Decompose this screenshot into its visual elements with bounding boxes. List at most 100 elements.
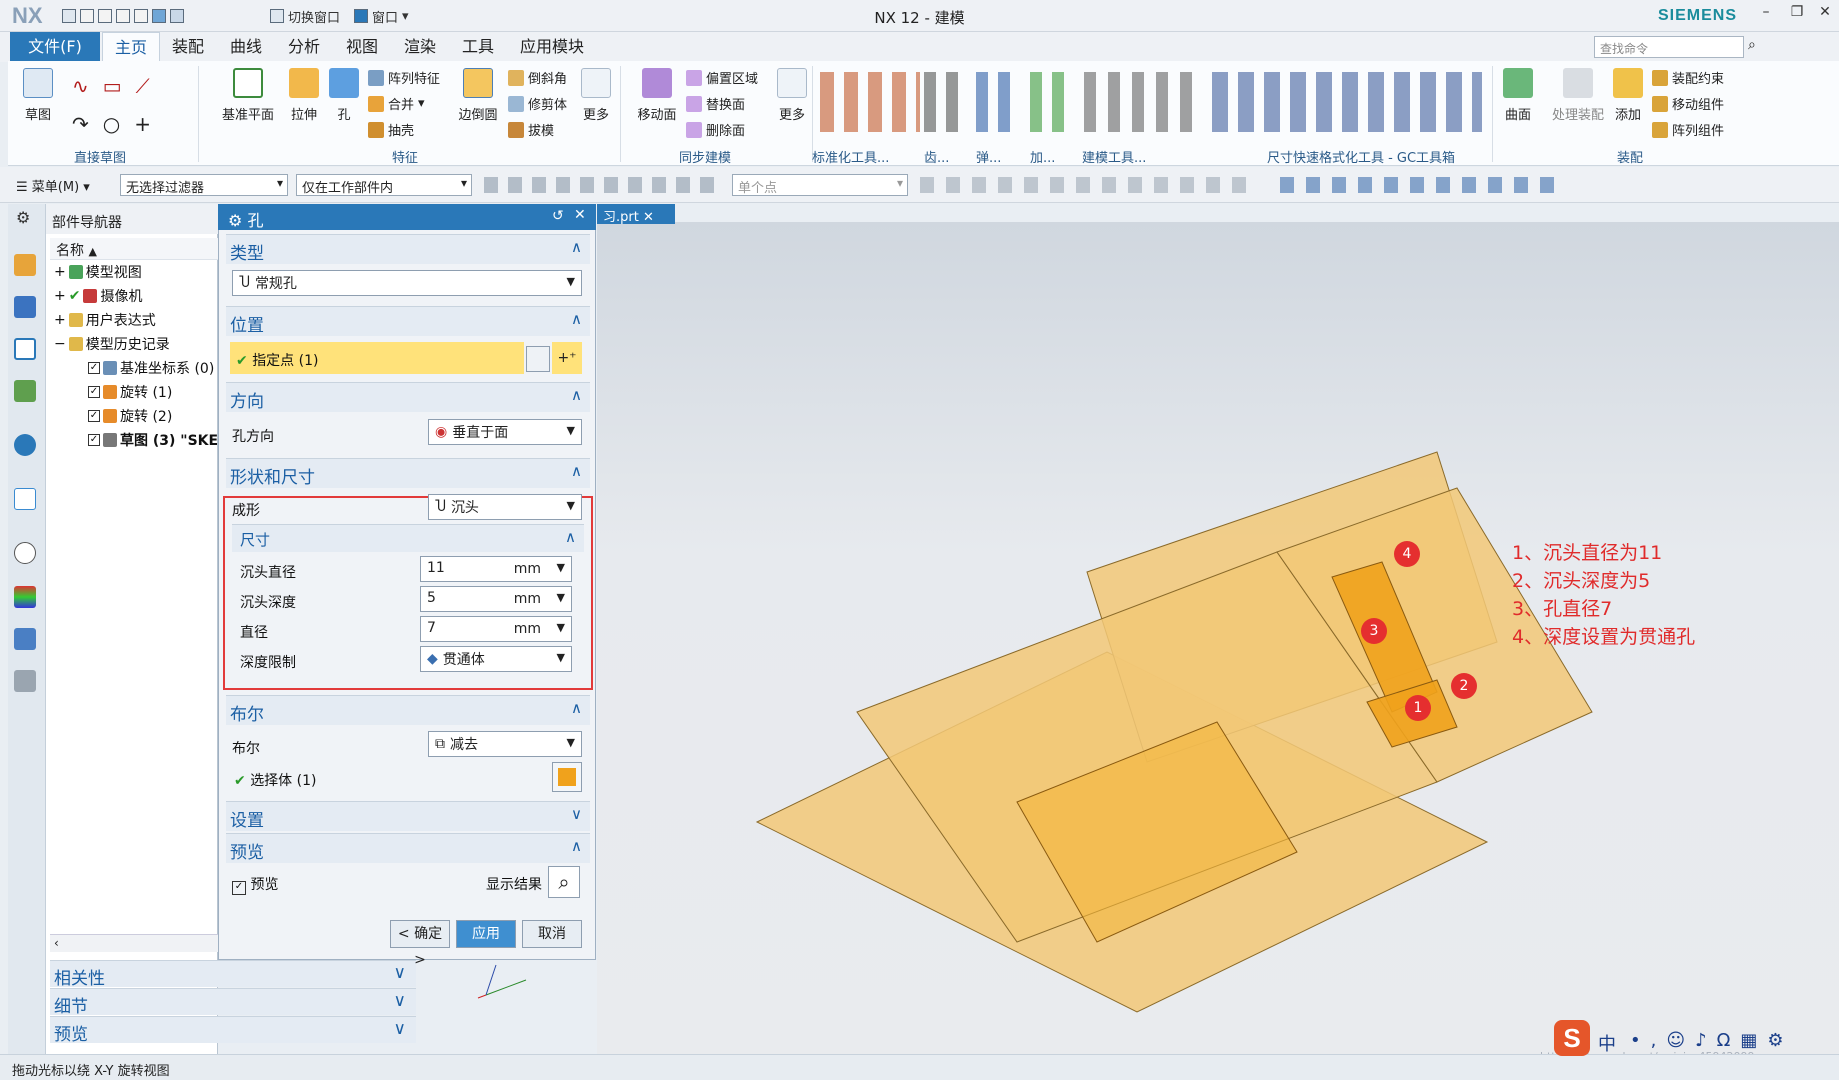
std-tools-icons[interactable] xyxy=(820,72,920,132)
add-component-button[interactable]: 添加 xyxy=(1610,68,1646,123)
section-settings[interactable]: 设置 ∨ xyxy=(226,801,590,831)
more-sync-button[interactable]: 更多 xyxy=(772,68,812,123)
ok-button[interactable]: < 确定 > xyxy=(390,920,450,968)
tree-item-user-expressions[interactable]: + 用户表达式 xyxy=(54,310,156,330)
counterbore-depth-input[interactable]: 5 mm ▼ xyxy=(420,586,572,612)
section-type[interactable]: 类型 ∧ xyxy=(226,234,590,264)
ime-logo-icon[interactable]: S xyxy=(1554,1020,1590,1056)
menu-button[interactable]: ☰ 菜单(M) ▾ xyxy=(16,176,90,195)
navigator-hscrollbar[interactable]: ‹ xyxy=(50,934,218,952)
hole-button[interactable]: 孔 xyxy=(324,68,364,123)
tab-view[interactable]: 视图 xyxy=(334,32,390,62)
extrude-button[interactable]: 拉伸 xyxy=(284,68,324,123)
reuse-library-icon[interactable] xyxy=(14,380,36,402)
unite-button[interactable]: 合并 ▾ xyxy=(368,94,425,113)
view-tool-icons[interactable] xyxy=(1280,177,1560,193)
replace-face-button[interactable]: 替换面 xyxy=(686,94,745,113)
process-assembly-button[interactable]: 处理装配 xyxy=(1546,68,1610,123)
tab-assembly[interactable]: 装配 xyxy=(160,32,216,62)
depth-limit-select[interactable]: ◆ 贯通体 ▼ xyxy=(420,646,572,672)
trim-body-button[interactable]: 修剪体 xyxy=(508,94,567,113)
counterbore-diameter-input[interactable]: 11 mm ▼ xyxy=(420,556,572,582)
restore-button[interactable]: ❐ xyxy=(1782,4,1812,26)
ime-toolbar-icons[interactable]: •,☺♪Ω▦⚙ xyxy=(1630,1030,1830,1051)
section-preview[interactable]: 预览 ∧ xyxy=(226,833,590,863)
visibility-checkbox[interactable]: ✓ xyxy=(88,410,100,422)
tab-tools[interactable]: 工具 xyxy=(450,32,506,62)
tab-render[interactable]: 渲染 xyxy=(392,32,448,62)
type-filter-select[interactable]: 无选择过滤器 xyxy=(120,174,288,196)
section-shape-size[interactable]: 形状和尺寸 ∧ xyxy=(226,458,590,488)
settings-gear-icon[interactable]: ⚙ xyxy=(16,208,30,227)
search-icon[interactable]: ⌕ xyxy=(1748,37,1756,53)
panel-dependencies[interactable]: 相关性 ∨ xyxy=(50,960,416,989)
visibility-checkbox[interactable]: ✓ xyxy=(88,386,100,398)
cancel-button[interactable]: 取消 xyxy=(522,920,582,948)
tab-file[interactable]: 文件(F) xyxy=(10,32,100,61)
spring-tools-icons[interactable] xyxy=(976,72,1020,132)
sketch-section-icon[interactable] xyxy=(526,346,550,372)
hole-direction-select[interactable]: ◉ 垂直于面 ▼ xyxy=(428,419,582,445)
close-button[interactable]: ✕ xyxy=(1810,4,1839,26)
move-face-button[interactable]: 移动面 xyxy=(630,68,684,123)
palette-icon[interactable] xyxy=(14,586,36,608)
constraint-navigator-icon[interactable] xyxy=(14,296,36,318)
diameter-input[interactable]: 7 mm ▼ xyxy=(420,616,572,642)
tree-item-cameras[interactable]: + ✔ 摄像机 xyxy=(54,286,142,306)
pattern-feature-button[interactable]: 阵列特征 xyxy=(368,68,440,87)
process-studio-icon[interactable] xyxy=(14,628,36,650)
dim-format-icons[interactable] xyxy=(1212,72,1482,132)
subsection-dimensions[interactable]: 尺寸 ∧ xyxy=(232,524,584,552)
sketch-button[interactable]: 草图 xyxy=(18,68,58,123)
move-component-button[interactable]: 移动组件 xyxy=(1652,94,1724,113)
tab-curve[interactable]: 曲线 xyxy=(218,32,274,62)
gear-tools-icons[interactable] xyxy=(924,72,964,132)
tree-item-model-history[interactable]: − 模型历史记录 xyxy=(54,334,170,354)
build-tools-icons[interactable] xyxy=(1084,72,1194,132)
tree-item-datum-csys[interactable]: ✓ 基准坐标系 (0) xyxy=(88,358,214,378)
apply-button[interactable]: 应用 xyxy=(456,920,516,948)
shell-button[interactable]: 抽壳 xyxy=(368,120,414,139)
pattern-component-button[interactable]: 阵列组件 xyxy=(1652,120,1724,139)
section-direction[interactable]: 方向 ∧ xyxy=(226,382,590,412)
visibility-checkbox[interactable]: ✓ xyxy=(88,362,100,374)
chevron-down-icon[interactable]: ▼ xyxy=(557,621,565,634)
select-body-label[interactable]: ✔ 选择体 (1) xyxy=(234,770,316,790)
snap-point-select[interactable]: 单个点 xyxy=(732,174,908,196)
roles-icon[interactable] xyxy=(14,670,36,692)
tree-item-revolve-2[interactable]: ✓ 旋转 (2) xyxy=(88,406,172,426)
document-tab[interactable]: 习.prt ✕ xyxy=(597,204,675,225)
offset-region-button[interactable]: 偏置区域 xyxy=(686,68,758,87)
visibility-checkbox[interactable]: ✓ xyxy=(88,434,100,446)
minimize-button[interactable]: – xyxy=(1751,4,1781,26)
close-icon[interactable]: ✕ xyxy=(574,207,586,223)
reset-icon[interactable]: ↺ xyxy=(552,208,564,224)
tree-item-sketch-3[interactable]: ✓ 草图 (3) "SKE xyxy=(88,430,218,450)
tab-applications[interactable]: 应用模块 xyxy=(508,32,596,62)
specify-point-label[interactable]: ✔ 指定点 (1) xyxy=(236,350,318,370)
section-boolean[interactable]: 布尔 ∧ xyxy=(226,695,590,725)
part-navigator-icon[interactable] xyxy=(14,338,36,360)
tab-analysis[interactable]: 分析 xyxy=(276,32,332,62)
delete-face-button[interactable]: 删除面 xyxy=(686,120,745,139)
chevron-down-icon[interactable]: ▼ xyxy=(557,561,565,574)
selection-option-icons[interactable] xyxy=(484,177,724,193)
panel-details[interactable]: 细节 ∨ xyxy=(50,988,416,1017)
assembly-constraint-button[interactable]: 装配约束 xyxy=(1652,68,1724,87)
checkbox-checked[interactable]: ✓ xyxy=(232,881,246,895)
tree-item-revolve-1[interactable]: ✓ 旋转 (1) xyxy=(88,382,172,402)
edge-blend-button[interactable]: 边倒圆 xyxy=(452,68,504,123)
surface-button[interactable]: 曲面 xyxy=(1496,68,1540,123)
ime-chinese-mode[interactable]: 中 xyxy=(1598,1030,1616,1056)
snap-point-icons[interactable] xyxy=(920,177,1250,193)
tab-home[interactable]: 主页 xyxy=(102,32,161,62)
chamfer-button[interactable]: 倒斜角 xyxy=(508,68,567,87)
gear-icon[interactable]: ⚙ xyxy=(228,211,242,230)
assembly-navigator-icon[interactable] xyxy=(14,254,36,276)
section-position[interactable]: 位置 ∧ xyxy=(226,306,590,336)
more-features-button[interactable]: 更多 xyxy=(576,68,616,123)
sketch-curve-icons[interactable]: ∿▭⟋ xyxy=(72,74,164,98)
web-browser-icon[interactable] xyxy=(14,434,36,456)
history-icon[interactable] xyxy=(14,488,36,510)
clock-icon[interactable] xyxy=(14,542,36,564)
